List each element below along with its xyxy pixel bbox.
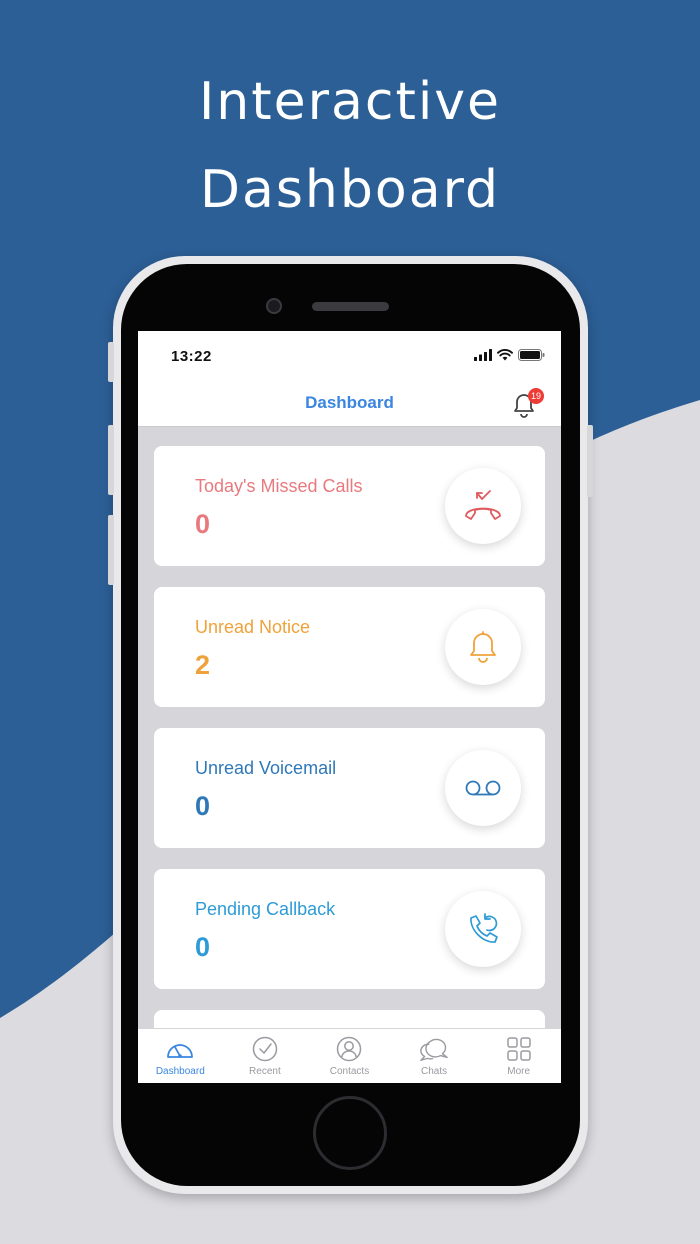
phone-side-button-power	[587, 425, 593, 497]
bell-icon	[470, 631, 496, 663]
notification-badge: 19	[528, 388, 544, 404]
tab-label-dashboard: Dashboard	[155, 1066, 205, 1077]
phone-side-button-mute	[108, 342, 114, 382]
battery-icon	[518, 349, 545, 361]
unread-voicemail-card[interactable]: Unread Voicemail 0	[154, 728, 545, 848]
missed-calls-count: 0	[195, 509, 211, 539]
chat-icon	[419, 1035, 449, 1063]
pending-callback-icon-button[interactable]	[445, 891, 521, 967]
missed-calls-icon-button[interactable]	[445, 468, 521, 544]
grid-icon	[504, 1035, 534, 1063]
unread-voicemail-count: 0	[195, 791, 211, 821]
navigation-bar: Dashboard 19	[138, 381, 561, 427]
missed-calls-card[interactable]: Today's Missed Calls 0	[154, 446, 545, 566]
speedometer-icon	[165, 1035, 195, 1063]
tab-dashboard[interactable]: Dashboard	[138, 1029, 223, 1083]
missed-call-icon	[465, 490, 501, 520]
unread-notice-count: 2	[195, 650, 211, 680]
tab-label-recent: Recent	[249, 1066, 281, 1077]
voicemail-icon	[465, 780, 501, 796]
home-button[interactable]	[313, 1096, 387, 1170]
wifi-icon	[497, 349, 513, 361]
earpiece-speaker	[312, 302, 389, 311]
clock-icon	[250, 1035, 280, 1063]
status-time: 13:22	[171, 348, 212, 365]
status-bar: 13:22	[138, 331, 561, 381]
app-screen: 13:22 Dashboard 19 Today's Missed Calls …	[138, 331, 561, 1083]
contact-icon	[334, 1035, 364, 1063]
pending-callback-label: Pending Callback	[195, 899, 336, 919]
front-camera	[266, 298, 282, 314]
tab-contacts[interactable]: Contacts	[307, 1029, 392, 1083]
tab-more[interactable]: More	[476, 1029, 561, 1083]
tab-bar: Dashboard Recent Contacts Chats More	[138, 1028, 561, 1083]
unread-notice-label: Unread Notice	[195, 617, 311, 637]
tab-label-more: More	[507, 1066, 531, 1077]
tab-recent[interactable]: Recent	[223, 1029, 308, 1083]
signal-icon	[474, 349, 492, 361]
pending-callback-card[interactable]: Pending Callback 0	[154, 869, 545, 989]
tab-label-chats: Chats	[421, 1066, 448, 1077]
page-title: Dashboard	[305, 393, 394, 412]
phone-side-button-volume-down	[108, 515, 114, 585]
unread-voicemail-label: Unread Voicemail	[195, 758, 337, 778]
unread-notice-card[interactable]: Unread Notice 2	[154, 587, 545, 707]
status-icons	[474, 349, 545, 361]
promo-headline: Interactive Dashboard	[0, 58, 700, 234]
missed-calls-label: Today's Missed Calls	[195, 476, 363, 496]
unread-notice-icon-button[interactable]	[445, 609, 521, 685]
pending-callback-count: 0	[195, 932, 211, 962]
notifications-button[interactable]: 19	[510, 388, 544, 419]
tab-chats[interactable]: Chats	[392, 1029, 477, 1083]
callback-icon	[470, 913, 498, 943]
tab-label-contacts: Contacts	[329, 1066, 370, 1077]
headline-line-2: Dashboard	[199, 160, 501, 220]
headline-line-1: Interactive	[198, 72, 502, 132]
phone-side-button-volume-up	[108, 425, 114, 495]
unread-voicemail-icon-button[interactable]	[445, 750, 521, 826]
